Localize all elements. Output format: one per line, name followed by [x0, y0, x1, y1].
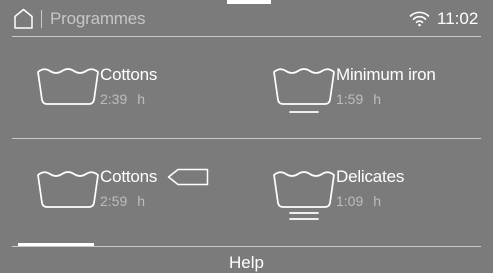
help-button[interactable]: Help — [0, 252, 493, 273]
programme-name: Cottons — [100, 65, 158, 84]
programme-tile-cottons-tagged[interactable]: Cottons 2:59 h — [12, 150, 242, 250]
wash-tub-delicates-icon — [273, 171, 335, 220]
page-title: Programmes — [50, 9, 146, 28]
programme-duration: 2:59 h — [100, 193, 146, 209]
wifi-icon — [409, 11, 430, 27]
wash-tub-minimum-iron-icon — [273, 68, 335, 113]
row-separator — [12, 138, 481, 139]
clock: 11:02 — [437, 9, 479, 28]
footer-separator — [12, 246, 481, 247]
programme-duration: 1:59 h — [336, 91, 382, 107]
programme-tile-delicates[interactable]: Delicates 1:09 h — [250, 150, 480, 250]
header-page-indicator — [227, 0, 271, 4]
header-bar: Programmes 11:02 — [0, 0, 493, 36]
header-divider — [41, 10, 42, 28]
wash-tub-icon — [37, 171, 99, 208]
programme-name: Delicates — [336, 167, 405, 186]
wash-tub-icon — [37, 68, 99, 105]
programme-name: Minimum iron — [336, 65, 436, 84]
header-separator — [12, 36, 481, 37]
programme-duration: 1:09 h — [336, 193, 382, 209]
programme-tile-cottons[interactable]: Cottons 2:39 h — [12, 48, 242, 148]
programme-duration: 2:39 h — [100, 91, 146, 107]
programme-name: Cottons — [100, 167, 158, 186]
programme-tile-minimum-iron[interactable]: Minimum iron 1:59 h — [250, 48, 480, 148]
programmes-screen: Programmes 11:02 Cottons 2:39 h Minimum i… — [0, 0, 493, 273]
home-icon[interactable] — [13, 8, 34, 29]
tag-icon — [167, 168, 209, 186]
